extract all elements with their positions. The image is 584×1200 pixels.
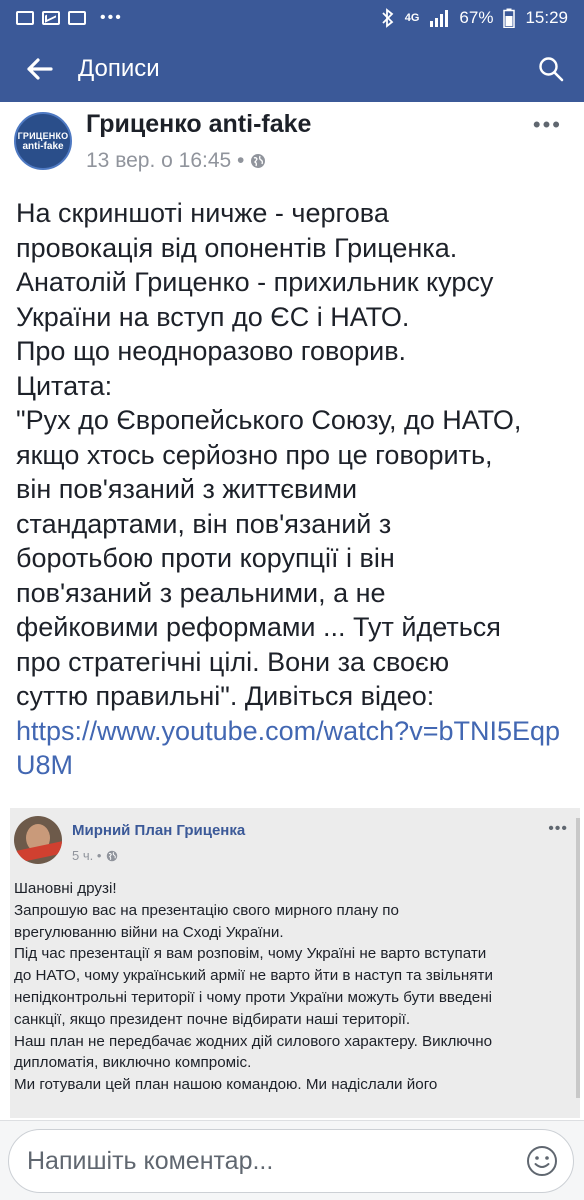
screenshot-text: Шановні друзі! Запрошую вас на презентац… — [14, 880, 493, 1094]
comment-placeholder: Напишіть коментар... — [27, 1146, 274, 1175]
post-header: ГРИЦЕНКО anti-fake Гриценко anti-fake 13… — [0, 102, 584, 192]
more-notifications-icon: ••• — [100, 9, 123, 26]
avatar-text-line2: anti-fake — [22, 140, 64, 152]
post-meta: 13 вер. о 16:45 • — [86, 149, 266, 173]
comment-bar: Напишіть коментар... — [0, 1120, 584, 1200]
page-avatar[interactable]: ГРИЦЕНКО anti-fake — [14, 112, 72, 170]
battery-level: 67% — [459, 8, 494, 27]
emoji-button[interactable] — [525, 1144, 559, 1178]
avatar-text-line1: ГРИЦЕНКО — [17, 130, 69, 141]
search-icon — [539, 57, 564, 82]
screenshot-meta: 5 ч. • — [72, 848, 118, 863]
status-system: 4G 67% 15:29 — [381, 8, 568, 28]
network-type: 4G — [404, 12, 420, 24]
post-body: На скриншоті ничже - чергова провокація … — [16, 198, 522, 711]
emoji-icon — [527, 1146, 557, 1176]
search-button[interactable] — [518, 36, 584, 102]
screenshot-more-icon: ••• — [548, 820, 568, 837]
back-arrow-icon — [27, 58, 53, 80]
post-time[interactable]: 13 вер. о 16:45 • — [86, 149, 244, 173]
globe-icon — [107, 850, 118, 861]
page-name[interactable]: Гриценко anti-fake — [86, 110, 311, 139]
screenshot-page-name: Мирний План Гриценка — [72, 822, 246, 839]
page-title: Дописи — [78, 55, 160, 82]
clock: 15:29 — [525, 8, 568, 27]
status-notifications: ••• — [16, 9, 123, 27]
bluetooth-icon — [382, 8, 394, 28]
app-bar: Дописи — [0, 36, 584, 102]
status-bar: ••• 4G 67% 15:29 — [0, 0, 584, 36]
gallery-icon — [16, 11, 34, 25]
screenshot-avatar — [14, 816, 62, 864]
signal-icon — [430, 10, 449, 27]
battery-icon — [503, 8, 516, 28]
post-text: На скриншоті ничже - чергова провокація … — [16, 196, 576, 783]
screenshot-scrollbar — [576, 818, 580, 1098]
post-link[interactable]: https://www.youtube.com/watch?v=bTNI5Eqp… — [16, 714, 576, 783]
back-button[interactable] — [0, 36, 78, 102]
screenshot-time: 5 ч. • — [72, 848, 102, 863]
post-more-button[interactable]: ••• — [533, 112, 562, 138]
attached-screenshot[interactable]: Мирний План Гриценка 5 ч. • ••• Шановні … — [10, 808, 580, 1118]
mail-icon — [68, 11, 86, 25]
comment-input[interactable]: Напишіть коментар... — [8, 1129, 574, 1193]
globe-icon — [251, 154, 266, 168]
mail-icon — [42, 11, 60, 25]
